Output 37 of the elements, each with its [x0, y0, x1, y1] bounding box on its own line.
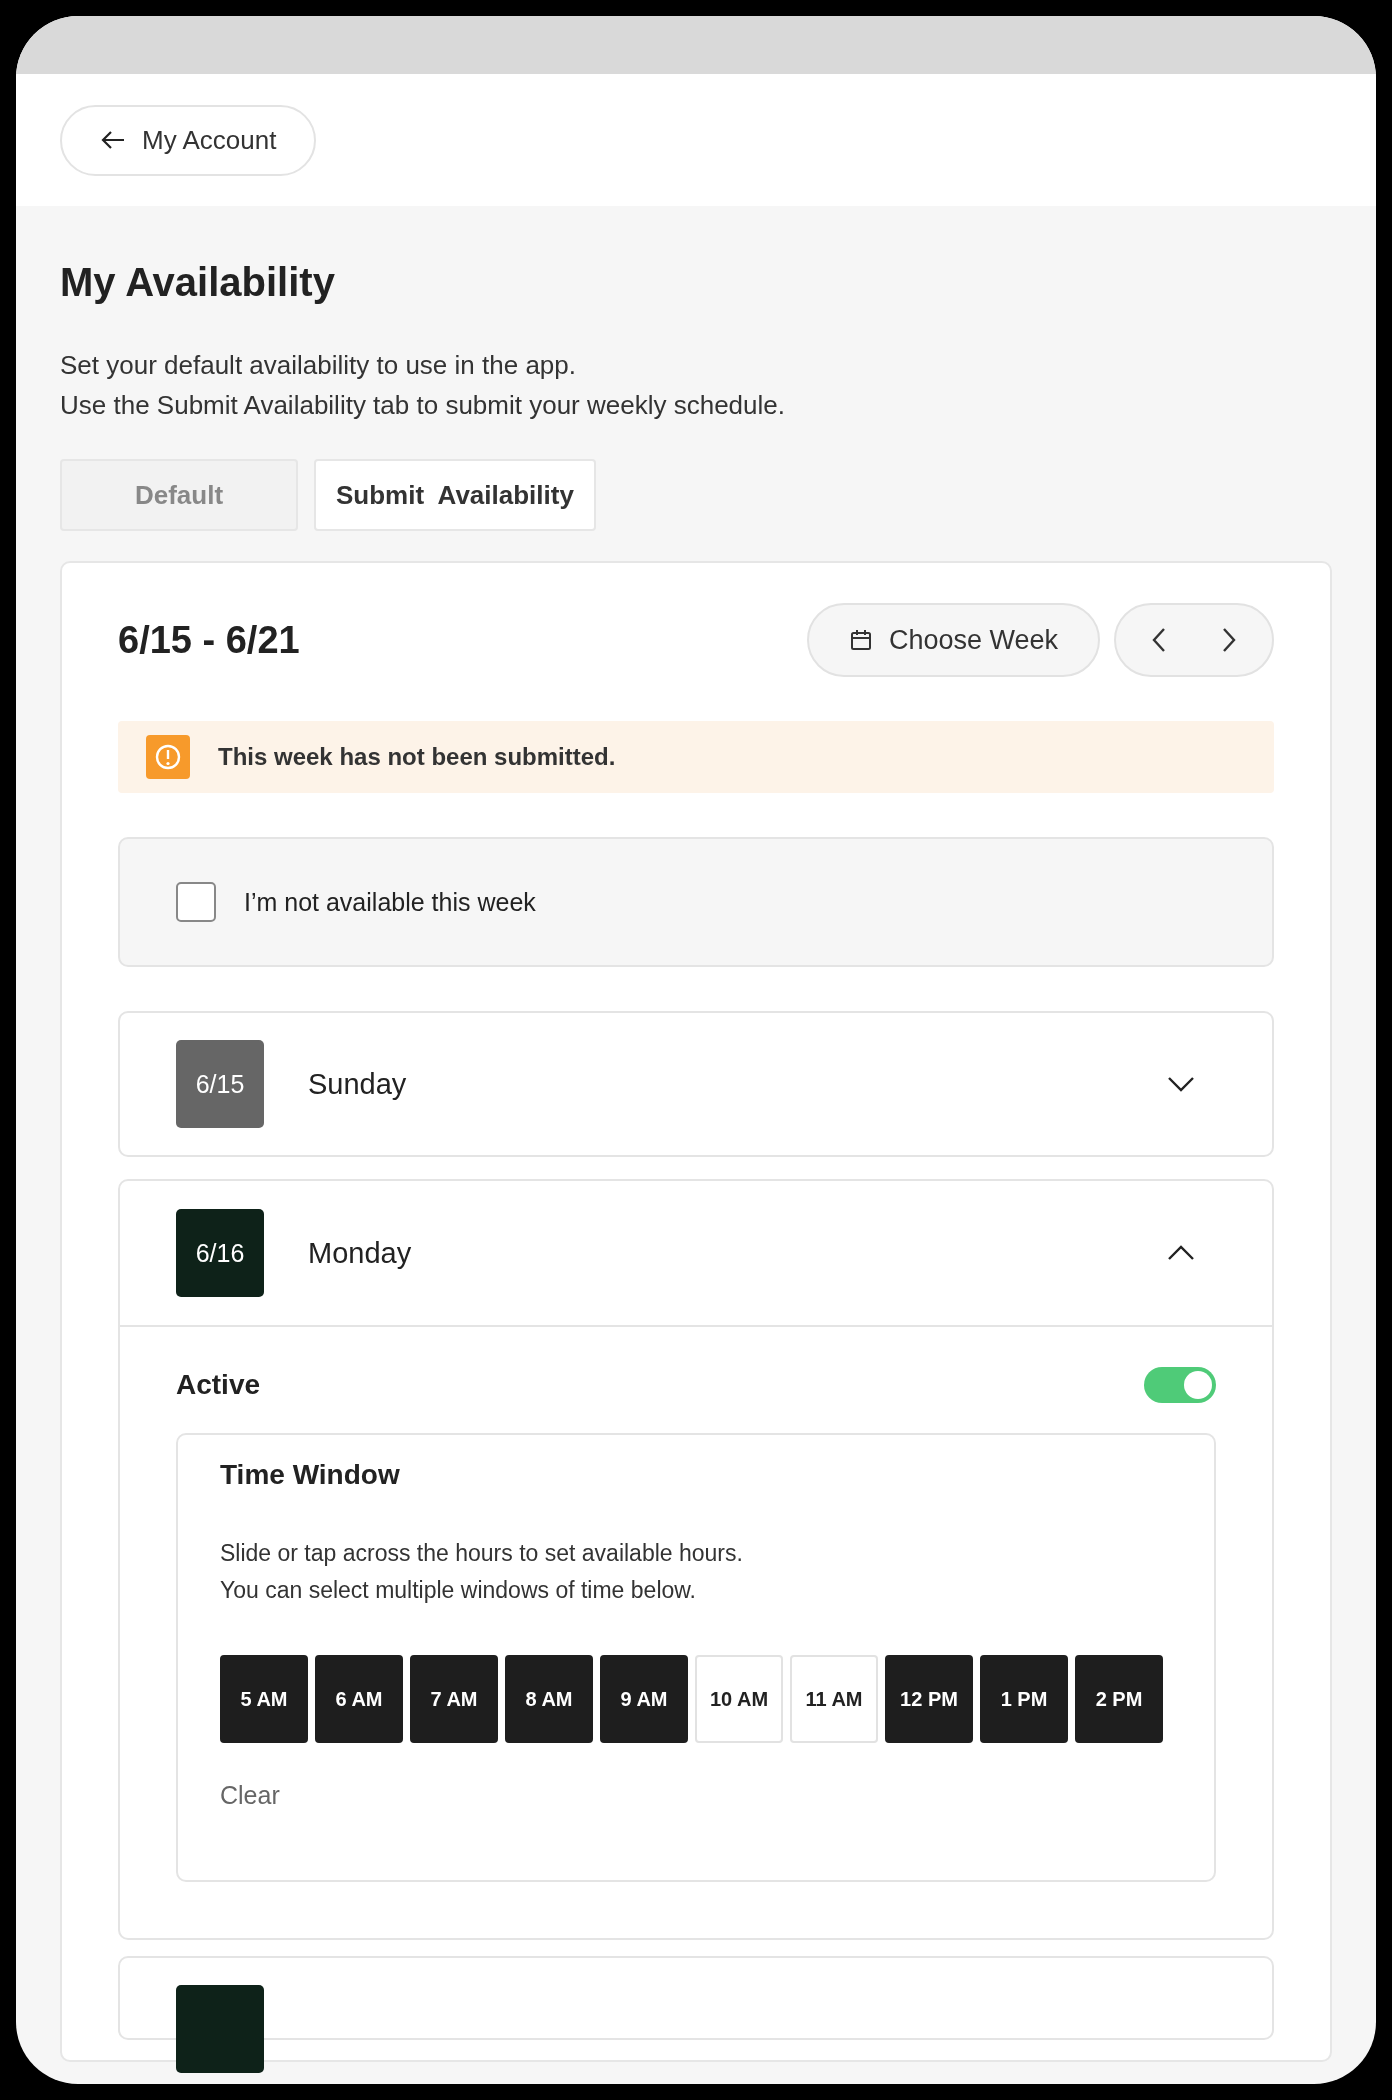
chevron-up-icon[interactable] [1166, 1244, 1196, 1262]
tab[interactable]: Submit Availability [314, 459, 596, 531]
hour-button[interactable]: 8 AM [505, 1655, 593, 1743]
hour-button[interactable]: 12 PM [885, 1655, 973, 1743]
hour-button[interactable]: 2 PM [1075, 1655, 1163, 1743]
hour-button[interactable]: 9 AM [600, 1655, 688, 1743]
hour-button[interactable]: 11 AM [790, 1655, 878, 1743]
week-range: 6/15 - 6/21 [118, 618, 300, 662]
calendar-icon [848, 628, 873, 652]
day-name: Sunday [308, 1067, 408, 1101]
active-label: Active [176, 1369, 261, 1401]
description-line: Use the Submit Availability tab to submit your weekly schedule. [60, 389, 786, 422]
hour-button[interactable]: 6 AM [315, 1655, 403, 1743]
active-toggle[interactable] [1144, 1367, 1216, 1403]
time-window-title: Time Window [220, 1459, 401, 1491]
back-arrow-icon [100, 130, 126, 150]
hint-line: You can select multiple windows of time below. [220, 1576, 697, 1605]
warning-icon [146, 735, 190, 779]
description-line: Set your default availability to use in the app. [60, 349, 577, 382]
page-title: My Availability [60, 259, 336, 305]
checkbox[interactable] [176, 882, 216, 922]
chevron-down-icon[interactable] [1166, 1075, 1196, 1093]
date-badge: 6/15 [176, 1040, 264, 1128]
date-badge: 6/16 [176, 1209, 264, 1297]
hour-button[interactable]: 1 PM [980, 1655, 1068, 1743]
alert-message: This week has not been submitted. [218, 743, 616, 771]
hour-button[interactable]: 10 AM [695, 1655, 783, 1743]
choose-week-button[interactable]: Choose Week [806, 603, 1100, 677]
hour-button[interactable]: 7 AM [410, 1655, 498, 1743]
clear-link[interactable]: Clear [220, 1781, 280, 1810]
back-button[interactable]: My Account [60, 104, 317, 176]
previous-icon[interactable] [1150, 626, 1168, 654]
hour-button[interactable]: 5 AM [220, 1655, 308, 1743]
next-icon[interactable] [1220, 626, 1238, 654]
checkbox-label: I’m not available this week [244, 887, 536, 917]
day-name: Monday [308, 1236, 413, 1270]
hint-line: Slide or tap across the hours to set available hours. [220, 1539, 744, 1568]
